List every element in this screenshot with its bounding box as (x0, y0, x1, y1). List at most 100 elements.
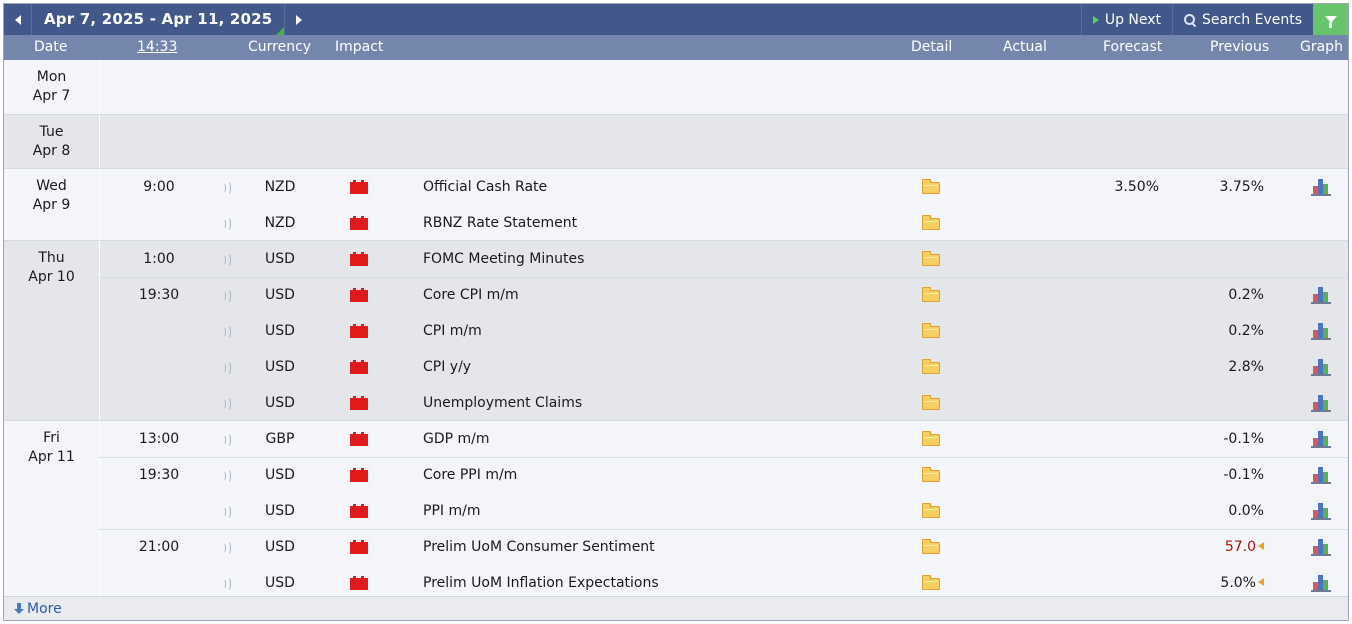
event-graph-button[interactable] (1311, 169, 1331, 205)
col-time-clock[interactable]: 14:33 (137, 39, 177, 55)
up-next-button[interactable]: Up Next (1080, 4, 1172, 35)
event-alert-toggle[interactable] (221, 205, 233, 241)
event-impact (350, 493, 368, 529)
event-detail-button[interactable] (922, 421, 940, 457)
prev-week-button[interactable] (4, 4, 32, 35)
bar-chart-icon (1311, 467, 1331, 484)
day-date: Apr 8 (32, 143, 71, 159)
event-detail-button[interactable] (922, 205, 940, 241)
folder-icon (922, 503, 940, 518)
day-group: Thu Apr 10 1:00 USD FOMC Meeting Minutes 19:3… (4, 240, 1348, 420)
folder-icon (922, 251, 940, 266)
event-alert-toggle[interactable] (221, 169, 233, 205)
more-button[interactable]: More (14, 601, 62, 617)
event-alert-toggle[interactable] (221, 421, 233, 457)
event-forecast (1079, 421, 1159, 457)
event-name[interactable]: Core PPI m/m (423, 457, 517, 493)
arrow-right-icon (295, 14, 302, 25)
event-alert-toggle[interactable] (221, 385, 233, 421)
event-row[interactable]: 19:30 USD Core PPI m/m -0.1% (4, 457, 1348, 493)
high-impact-icon (350, 432, 368, 446)
event-graph-button[interactable] (1311, 277, 1331, 313)
folder-icon (922, 431, 940, 446)
event-name[interactable]: GDP m/m (423, 421, 490, 457)
bar-chart-icon (1311, 503, 1331, 520)
event-impact (350, 277, 368, 313)
event-currency: USD (265, 359, 295, 375)
event-detail-button[interactable] (922, 277, 940, 313)
event-forecast (1079, 313, 1159, 349)
sound-icon (221, 181, 231, 195)
event-graph-button[interactable] (1311, 493, 1331, 529)
date-range-button[interactable]: Apr 7, 2025 - Apr 11, 2025 (32, 4, 285, 35)
sound-icon (221, 505, 231, 519)
event-name[interactable]: Unemployment Claims (423, 385, 582, 421)
sound-icon (221, 433, 231, 447)
folder-icon (922, 359, 940, 374)
bar-chart-icon (1311, 431, 1331, 448)
event-name[interactable]: Prelim UoM Consumer Sentiment (423, 529, 655, 565)
event-currency: USD (265, 395, 295, 411)
next-week-button[interactable] (284, 4, 312, 35)
event-forecast (1079, 457, 1159, 493)
folder-icon (922, 215, 940, 230)
calendar-widget: Apr 7, 2025 - Apr 11, 2025 Up Next Searc… (3, 3, 1349, 621)
event-detail-button[interactable] (922, 349, 940, 385)
event-name[interactable]: RBNZ Rate Statement (423, 205, 577, 241)
event-impact (350, 349, 368, 385)
event-forecast (1079, 241, 1159, 277)
event-time: 1:00 (143, 251, 175, 267)
event-previous: 3.75% (1184, 169, 1264, 205)
event-detail-button[interactable] (922, 385, 940, 421)
event-row[interactable]: 13:00 GBP GDP m/m -0.1% (4, 421, 1348, 457)
event-graph-button[interactable] (1311, 313, 1331, 349)
event-detail-button[interactable] (922, 529, 940, 565)
event-name[interactable]: Official Cash Rate (423, 169, 547, 205)
event-alert-toggle[interactable] (221, 277, 233, 313)
event-name[interactable]: FOMC Meeting Minutes (423, 241, 584, 277)
event-previous: 0.0% (1184, 493, 1264, 529)
sound-icon (221, 217, 231, 231)
col-forecast: Forecast (1103, 39, 1163, 55)
high-impact-icon (350, 396, 368, 410)
event-graph-button[interactable] (1311, 349, 1331, 385)
search-events-button[interactable]: Search Events (1172, 4, 1313, 35)
event-alert-toggle[interactable] (221, 457, 233, 493)
filter-button[interactable] (1313, 4, 1348, 35)
event-row[interactable]: NZD RBNZ Rate Statement (4, 205, 1348, 241)
event-alert-toggle[interactable] (221, 349, 233, 385)
sound-icon (221, 289, 231, 303)
event-detail-button[interactable] (922, 169, 940, 205)
event-name[interactable]: PPI m/m (423, 493, 480, 529)
folder-icon (922, 539, 940, 554)
event-alert-toggle[interactable] (221, 241, 233, 277)
event-currency: NZD (264, 215, 296, 231)
event-currency: USD (265, 323, 295, 339)
event-detail-button[interactable] (922, 241, 940, 277)
corner-marker-icon (276, 27, 285, 35)
event-time: 13:00 (138, 431, 180, 447)
event-graph-button[interactable] (1311, 529, 1331, 565)
event-row[interactable]: 19:30 USD Core CPI m/m 0.2% (4, 277, 1348, 313)
event-row[interactable]: USD CPI y/y 2.8% (4, 349, 1348, 385)
event-row[interactable]: 1:00 USD FOMC Meeting Minutes (4, 241, 1348, 277)
event-graph-button[interactable] (1311, 421, 1331, 457)
event-detail-button[interactable] (922, 457, 940, 493)
sound-icon (221, 469, 231, 483)
event-alert-toggle[interactable] (221, 529, 233, 565)
event-detail-button[interactable] (922, 313, 940, 349)
event-name[interactable]: Core CPI m/m (423, 277, 519, 313)
event-name[interactable]: CPI m/m (423, 313, 482, 349)
event-alert-toggle[interactable] (221, 313, 233, 349)
high-impact-icon (350, 504, 368, 518)
event-row[interactable]: USD Unemployment Claims (4, 385, 1348, 421)
event-graph-button[interactable] (1311, 457, 1331, 493)
event-row[interactable]: USD CPI m/m 0.2% (4, 313, 1348, 349)
event-graph-button[interactable] (1311, 385, 1331, 421)
event-row[interactable]: 21:00 USD Prelim UoM Consumer Sentiment 57.… (4, 529, 1348, 565)
event-row[interactable]: USD PPI m/m 0.0% (4, 493, 1348, 529)
event-row[interactable]: 9:00 NZD Official Cash Rate 3.50% 3.75% (4, 169, 1348, 205)
event-name[interactable]: CPI y/y (423, 349, 471, 385)
event-detail-button[interactable] (922, 493, 940, 529)
event-alert-toggle[interactable] (221, 493, 233, 529)
